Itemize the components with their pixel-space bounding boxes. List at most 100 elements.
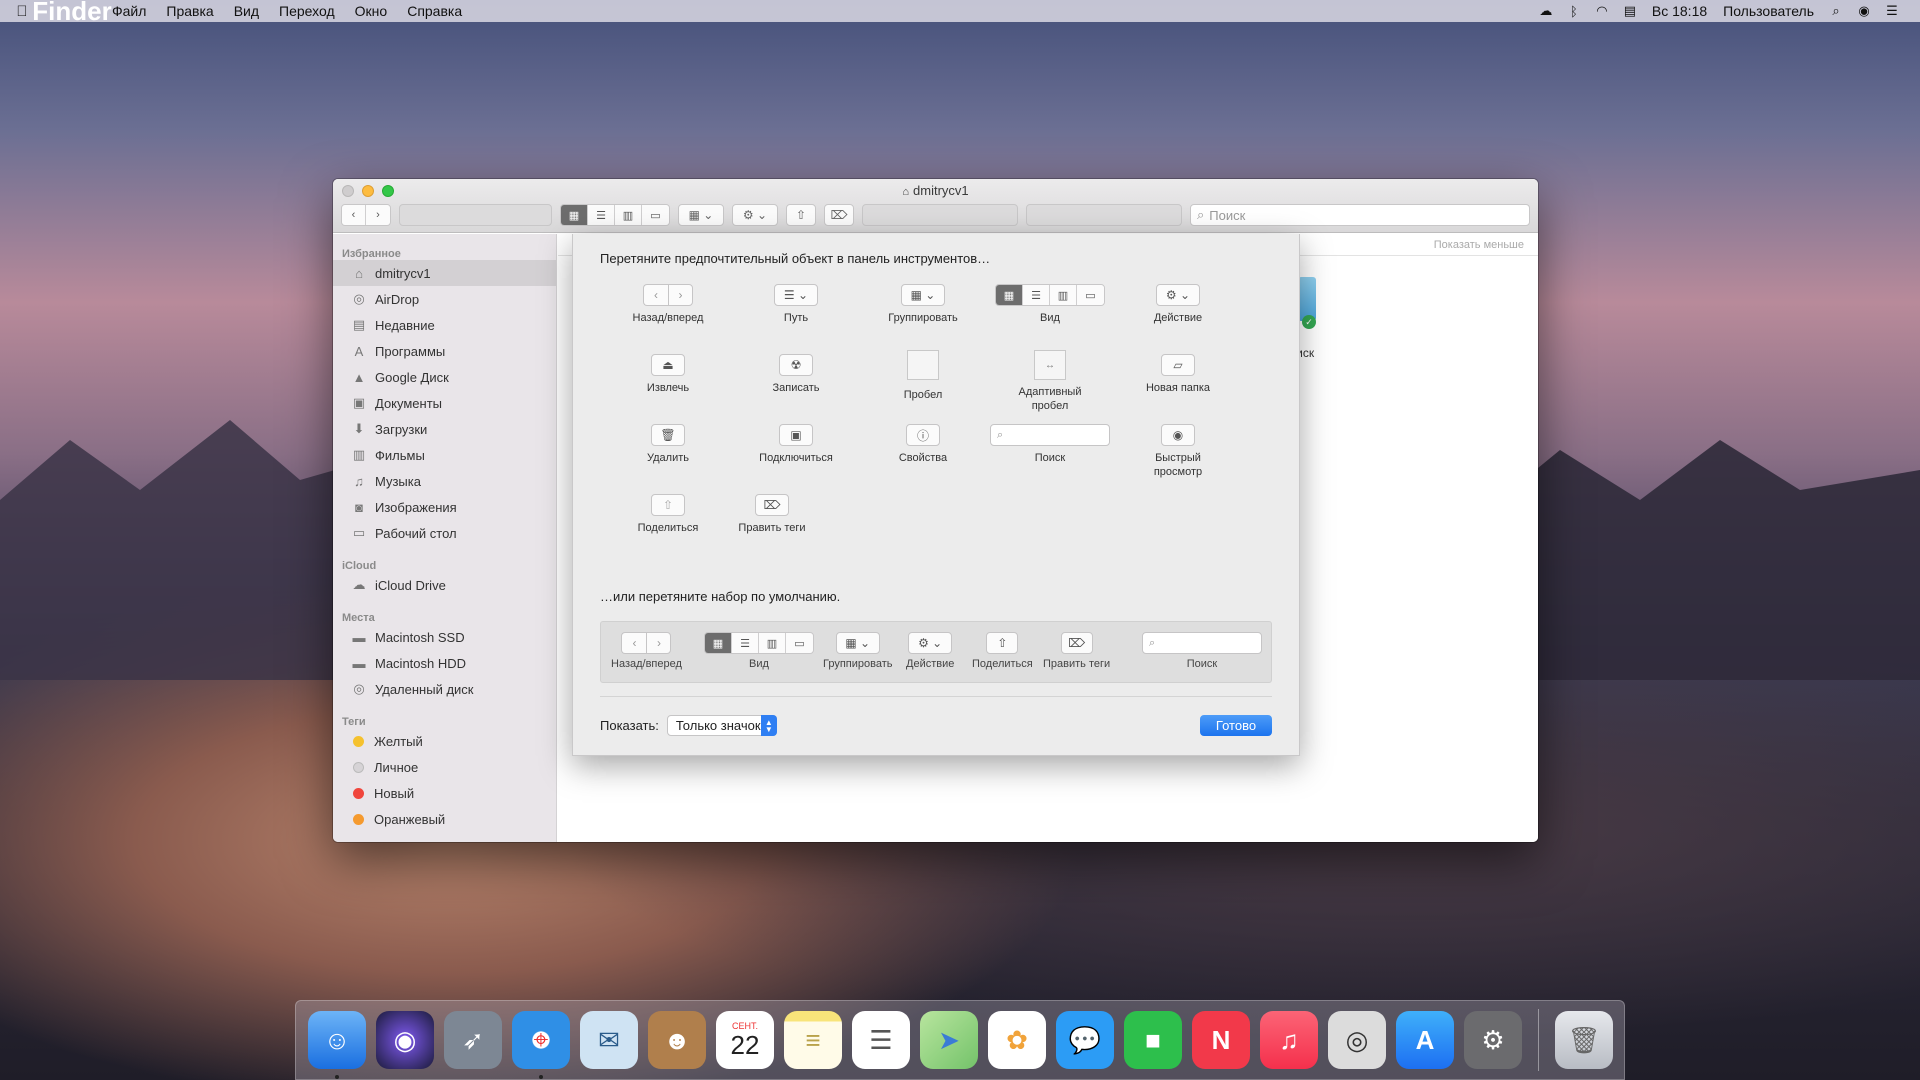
sidebar-tag-yellow[interactable]: Желтый bbox=[333, 728, 556, 754]
contacts-icon[interactable]: ☻ bbox=[648, 1011, 706, 1069]
sidebar-item-label: Новый bbox=[374, 785, 415, 801]
app-store-icon[interactable]: A bbox=[1396, 1011, 1454, 1069]
notes-icon[interactable]: ≡ bbox=[784, 1011, 842, 1069]
sidebar-tag-personal[interactable]: Личное bbox=[333, 754, 556, 780]
item-action[interactable]: ⚙ ⌄ Действие bbox=[1114, 284, 1242, 325]
item-space[interactable]: Пробел bbox=[859, 350, 987, 402]
mail-icon[interactable]: ✉ bbox=[580, 1011, 638, 1069]
forward-button[interactable]: › bbox=[366, 205, 390, 225]
sidebar-item-macintosh-hdd[interactable]: ▬ Macintosh HDD bbox=[333, 650, 556, 676]
maps-icon[interactable]: ➤ bbox=[920, 1011, 978, 1069]
search-field[interactable]: ⌕ Поиск bbox=[1190, 204, 1530, 226]
spotlight-search-icon[interactable]: ⌕ bbox=[1822, 3, 1850, 19]
sidebar-item-home[interactable]: ⌂ dmitrycv1 bbox=[333, 260, 556, 286]
photos-icon[interactable]: ✿ bbox=[988, 1011, 1046, 1069]
sidebar-tag-new[interactable]: Новый bbox=[333, 780, 556, 806]
tag-icon: ⌦ bbox=[755, 494, 789, 516]
item-quick-look[interactable]: ◉ Быстрый просмотр bbox=[1114, 424, 1242, 479]
sidebar-item-downloads[interactable]: ⬇ Загрузки bbox=[333, 416, 556, 442]
item-new-folder[interactable]: ▱ Новая папка bbox=[1114, 354, 1242, 395]
safari-icon[interactable]: ⌖ bbox=[512, 1011, 570, 1079]
menu-go[interactable]: Переход bbox=[269, 3, 345, 19]
menu-user[interactable]: Пользователь bbox=[1715, 3, 1822, 19]
sidebar-item-pictures[interactable]: ◙ Изображения bbox=[333, 494, 556, 520]
show-less-link[interactable]: Показать меньше bbox=[1434, 239, 1524, 251]
siri-icon[interactable]: ◉ bbox=[376, 1011, 434, 1069]
column-view-button[interactable]: ▥ bbox=[615, 205, 642, 225]
facetime-icon[interactable]: ■ bbox=[1124, 1011, 1182, 1069]
bluetooth-icon[interactable]: ᛒ bbox=[1560, 4, 1588, 19]
sidebar-item-label: Программы bbox=[375, 343, 446, 359]
sidebar-item-label: Документы bbox=[375, 395, 443, 411]
disk-icon: ▬ bbox=[352, 655, 366, 671]
sidebar: Избранное ⌂ dmitrycv1 ◎ AirDrop ▤ Недавние … bbox=[333, 234, 557, 842]
music-icon[interactable]: ♫ bbox=[1260, 1011, 1318, 1069]
sidebar-item-icloud-drive[interactable]: ☁ iCloud Drive bbox=[333, 572, 556, 598]
item-connect[interactable]: ▣ Подключиться bbox=[732, 424, 860, 465]
input-source-flag-icon[interactable]: ▤ bbox=[1616, 3, 1644, 19]
item-search[interactable]: ⌕ Поиск bbox=[986, 424, 1114, 465]
notification-center-icon[interactable]: ☰ bbox=[1878, 3, 1906, 19]
info-icon: ⓘ bbox=[906, 424, 940, 446]
sidebar-item-google-drive[interactable]: ▲ Google Диск bbox=[333, 364, 556, 390]
item-delete[interactable]: 🗑 Удалить bbox=[604, 424, 732, 465]
calendar-icon[interactable]: СЕНТ. 22 bbox=[716, 1011, 774, 1069]
group-button[interactable]: ▦ ⌄ bbox=[678, 204, 724, 226]
item-group[interactable]: ▦ ⌄ Группировать bbox=[859, 284, 987, 325]
reminders-icon[interactable]: ☰ bbox=[852, 1011, 910, 1069]
item-burn[interactable]: ☢ Записать bbox=[732, 354, 860, 395]
item-path[interactable]: ☰ ⌄ Путь bbox=[732, 284, 860, 325]
sidebar-item-documents[interactable]: ▣ Документы bbox=[333, 390, 556, 416]
sidebar-item-label: Macintosh SSD bbox=[375, 629, 465, 645]
tag-color-dot bbox=[353, 735, 364, 747]
menu-view[interactable]: Вид bbox=[224, 3, 269, 19]
launchpad-icon[interactable]: ➶ bbox=[444, 1011, 502, 1069]
item-back-forward[interactable]: ‹ › Назад/вперед bbox=[604, 284, 732, 325]
sidebar-item-airdrop[interactable]: ◎ AirDrop bbox=[333, 286, 556, 312]
screenshot-icon[interactable]: ◎ bbox=[1328, 1011, 1386, 1069]
sidebar-item-recents[interactable]: ▤ Недавние bbox=[333, 312, 556, 338]
item-eject[interactable]: ⏏ Извлечь bbox=[604, 354, 732, 395]
sidebar-item-movies[interactable]: ▥ Фильмы bbox=[333, 442, 556, 468]
sidebar-item-desktop[interactable]: ▭ Рабочий стол bbox=[333, 520, 556, 546]
action-button[interactable]: ⚙ ⌄ bbox=[732, 204, 778, 226]
item-view[interactable]: ▦ ☰ ▥ ▭ Вид bbox=[986, 284, 1114, 325]
sidebar-item-label: Удаленный диск bbox=[375, 681, 474, 697]
system-preferences-icon[interactable]: ⚙ bbox=[1464, 1011, 1522, 1069]
sidebar-tag-orange[interactable]: Оранжевый bbox=[333, 806, 556, 832]
item-get-info[interactable]: ⓘ Свойства bbox=[859, 424, 987, 465]
sidebar-item-macintosh-ssd[interactable]: ▬ Macintosh SSD bbox=[333, 624, 556, 650]
messages-icon[interactable]: 💬 bbox=[1056, 1011, 1114, 1069]
wifi-icon[interactable]: ◠ bbox=[1588, 3, 1616, 19]
finder-icon[interactable]: ☺ bbox=[308, 1011, 366, 1079]
menu-window[interactable]: Окно bbox=[345, 3, 398, 19]
sheet-divider bbox=[600, 696, 1272, 697]
sidebar-item-applications[interactable]: A Программы bbox=[333, 338, 556, 364]
back-button[interactable]: ‹ bbox=[342, 205, 366, 225]
toolbar-placeholder-slot bbox=[862, 204, 1018, 226]
icon-view-button[interactable]: ▦ bbox=[561, 205, 588, 225]
share-button[interactable]: ⇧ bbox=[786, 204, 816, 226]
item-flexible-space[interactable]: ↔ Адаптивный пробел bbox=[986, 350, 1114, 413]
done-button[interactable]: Готово bbox=[1200, 715, 1272, 736]
trash-icon[interactable]: 🗑 bbox=[1555, 1011, 1613, 1069]
menu-app-finder[interactable]: Finder bbox=[32, 0, 111, 40]
menu-clock[interactable]: Вс 18:18 bbox=[1644, 3, 1715, 19]
sidebar-item-music[interactable]: ♫ Музыка bbox=[333, 468, 556, 494]
news-icon[interactable]: N bbox=[1192, 1011, 1250, 1069]
gallery-view-button[interactable]: ▭ bbox=[642, 205, 669, 225]
siri-menu-icon[interactable]: ◉ bbox=[1850, 3, 1878, 19]
show-mode-popup[interactable]: Только значок ▲ ▼ bbox=[666, 715, 777, 736]
documents-icon: ▣ bbox=[352, 395, 366, 410]
list-view-button[interactable]: ☰ bbox=[588, 205, 615, 225]
default-label: Действие bbox=[906, 658, 955, 670]
menu-help[interactable]: Справка bbox=[397, 3, 472, 19]
menu-edit[interactable]: Правка bbox=[156, 3, 223, 19]
item-label: Путь bbox=[783, 312, 809, 324]
title-bar: ⌂ dmitrycv1 ‹ › ▦ ☰ ▥ ▭ ▦ ⌄ ⚙ ⌄ ⇧ ⌦ ⌕ Пои… bbox=[333, 179, 1538, 233]
edit-tags-button[interactable]: ⌦ bbox=[824, 204, 854, 226]
sidebar-item-remote-disc[interactable]: ◎ Удаленный диск bbox=[333, 676, 556, 702]
cloud-sync-icon[interactable]: ☁ bbox=[1532, 3, 1560, 19]
default-toolbar-set[interactable]: ‹ › Назад/вперед ▦ ☰ ▥ ▭ Вид ▦ ⌄ Группироват… bbox=[600, 621, 1272, 683]
item-edit-tags[interactable]: ⌦ Править теги bbox=[708, 494, 836, 535]
